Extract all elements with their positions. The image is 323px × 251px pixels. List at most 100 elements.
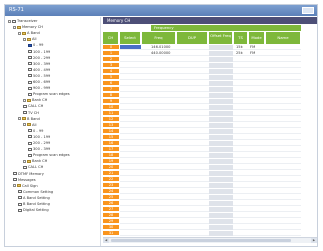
tree-item[interactable]: CALL CH <box>23 165 43 170</box>
row-number[interactable]: 17 <box>103 147 119 152</box>
expand-toggle-icon[interactable] <box>8 19 11 23</box>
tree-item[interactable]: Call Sign <box>13 184 38 189</box>
row-number[interactable]: 28 <box>103 213 119 218</box>
offset-freq-cell[interactable] <box>209 87 233 92</box>
offset-freq-cell[interactable] <box>209 99 233 104</box>
offset-freq-cell[interactable] <box>209 105 233 110</box>
freq-cell[interactable]: 440.00000 <box>151 51 170 56</box>
tree-item[interactable]: Common Setting <box>18 190 53 195</box>
navigation-tree[interactable]: Transceiver Memory CH A Band All 0 - 99 100 -… <box>6 17 101 246</box>
row-number[interactable]: 4 <box>103 69 119 74</box>
row-number[interactable]: 7 <box>103 87 119 92</box>
tree-item[interactable]: A Band <box>18 31 40 36</box>
tree-item[interactable]: Program scan edges <box>28 153 70 158</box>
offset-freq-cell[interactable] <box>209 123 233 128</box>
tree-item[interactable]: TV CH <box>23 111 39 116</box>
column-header-mode[interactable]: Mode <box>249 32 265 44</box>
offset-freq-cell[interactable] <box>209 141 233 146</box>
tree-item[interactable]: 100 - 199 <box>28 135 50 140</box>
ts-cell[interactable]: 25k <box>236 51 243 56</box>
offset-freq-cell[interactable] <box>209 117 233 122</box>
offset-freq-cell[interactable] <box>209 75 233 80</box>
offset-freq-cell[interactable] <box>209 207 233 212</box>
scroll-left-icon[interactable]: ◀ <box>103 238 109 243</box>
horizontal-scrollbar[interactable]: ◀ ▶ <box>103 237 317 243</box>
offset-freq-cell[interactable] <box>209 135 233 140</box>
tree-item[interactable]: Messages <box>13 178 36 183</box>
tree-item[interactable]: 300 - 399 <box>28 147 50 152</box>
scrollbar-thumb[interactable] <box>111 239 291 242</box>
offset-freq-cell[interactable] <box>209 93 233 98</box>
offset-freq-cell[interactable] <box>209 171 233 176</box>
row-number[interactable]: 10 <box>103 105 119 110</box>
offset-freq-cell[interactable] <box>209 111 233 116</box>
tree-item[interactable]: DTMF Memory <box>13 172 44 177</box>
offset-freq-cell[interactable] <box>209 81 233 86</box>
tree-item[interactable]: Program scan edges <box>28 92 70 97</box>
offset-freq-cell[interactable] <box>209 63 233 68</box>
column-header-freq[interactable]: Freq <box>142 32 176 44</box>
row-number[interactable]: 8 <box>103 93 119 98</box>
tree-item[interactable]: Digital Setting <box>18 208 49 213</box>
row-number[interactable]: 23 <box>103 183 119 188</box>
tree-item[interactable]: 0 - 99 <box>28 43 43 48</box>
expand-toggle-icon[interactable] <box>13 25 16 29</box>
row-number[interactable]: 31 <box>103 231 119 236</box>
row-number[interactable]: 22 <box>103 177 119 182</box>
tree-item[interactable]: All <box>23 37 36 42</box>
mode-cell[interactable]: FM <box>250 45 255 50</box>
tree-item[interactable]: All <box>23 123 36 128</box>
tree-item[interactable]: 200 - 299 <box>28 141 50 146</box>
offset-freq-cell[interactable] <box>209 195 233 200</box>
offset-freq-cell[interactable] <box>209 231 233 236</box>
row-number[interactable]: 18 <box>103 153 119 158</box>
offset-freq-cell[interactable] <box>209 147 233 152</box>
row-number[interactable]: 26 <box>103 201 119 206</box>
offset-freq-cell[interactable] <box>209 45 233 50</box>
tree-item[interactable]: 0 - 99 <box>28 129 43 134</box>
offset-freq-cell[interactable] <box>209 165 233 170</box>
offset-freq-cell[interactable] <box>209 129 233 134</box>
expand-toggle-icon[interactable] <box>23 37 26 41</box>
row-number[interactable]: 20 <box>103 165 119 170</box>
column-header-offset-freq[interactable]: Offset Freq <box>209 32 233 44</box>
row-number[interactable]: 24 <box>103 189 119 194</box>
tree-item[interactable]: CALL CH <box>23 104 43 109</box>
row-number[interactable]: 25 <box>103 195 119 200</box>
offset-freq-cell[interactable] <box>209 69 233 74</box>
ts-cell[interactable]: 15k <box>236 45 243 50</box>
freq-cell[interactable]: 146.01000 <box>151 45 170 50</box>
row-number[interactable]: 29 <box>103 219 119 224</box>
expand-toggle-icon[interactable] <box>18 31 21 35</box>
offset-freq-cell[interactable] <box>209 153 233 158</box>
row-number[interactable]: 21 <box>103 171 119 176</box>
column-header-name[interactable]: Name <box>266 32 301 44</box>
row-number[interactable]: 30 <box>103 225 119 230</box>
tree-item[interactable]: Memory CH <box>13 25 43 30</box>
mode-cell[interactable]: FM <box>250 51 255 56</box>
offset-freq-cell[interactable] <box>209 57 233 62</box>
row-number[interactable]: 14 <box>103 129 119 134</box>
row-number[interactable]: 15 <box>103 135 119 140</box>
tree-item[interactable]: A Band Setting <box>18 196 50 201</box>
offset-freq-cell[interactable] <box>209 219 233 224</box>
row-number[interactable]: 6 <box>103 81 119 86</box>
row-number[interactable]: 3 <box>103 63 119 68</box>
offset-freq-cell[interactable] <box>209 183 233 188</box>
offset-freq-cell[interactable] <box>209 51 233 56</box>
tree-item[interactable]: B Band Setting <box>18 202 50 207</box>
row-number[interactable]: 9 <box>103 99 119 104</box>
offset-freq-cell[interactable] <box>209 177 233 182</box>
tree-item[interactable]: B Band <box>18 117 40 122</box>
expand-toggle-icon[interactable] <box>23 159 26 163</box>
row-number[interactable]: 2 <box>103 57 119 62</box>
offset-freq-cell[interactable] <box>209 213 233 218</box>
tree-item[interactable]: 600 - 699 <box>28 80 50 85</box>
tree-item[interactable]: 200 - 299 <box>28 56 50 61</box>
tree-item[interactable]: 100 - 199 <box>28 50 50 55</box>
row-number[interactable]: 19 <box>103 159 119 164</box>
scroll-right-icon[interactable]: ▶ <box>311 238 317 243</box>
tree-item[interactable]: Transceiver <box>8 19 38 24</box>
row-number[interactable]: 1 <box>103 51 119 56</box>
row-number[interactable]: 16 <box>103 141 119 146</box>
